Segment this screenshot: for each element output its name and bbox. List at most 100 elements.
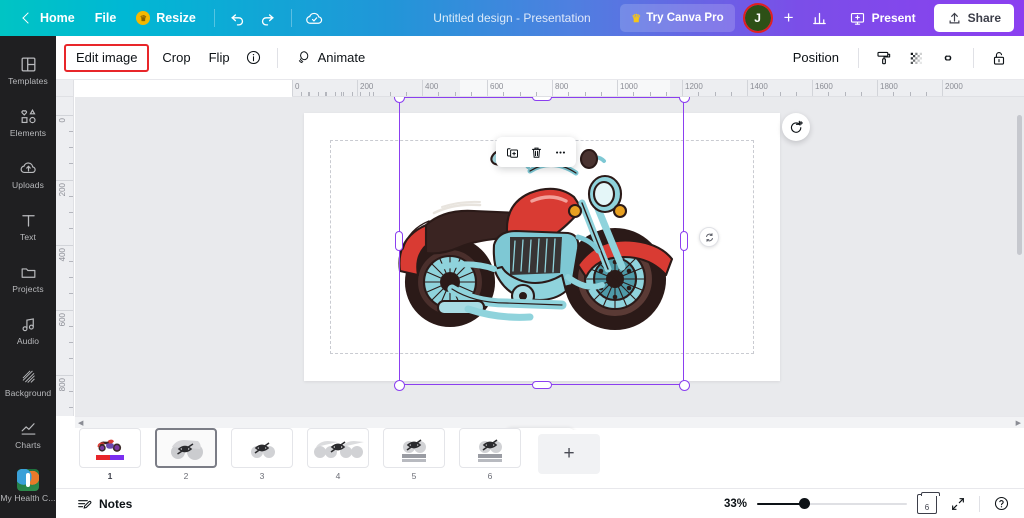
rotate-handle[interactable] bbox=[699, 227, 719, 247]
chevron-left-icon bbox=[22, 12, 33, 23]
sidebar-item-audio[interactable]: Audio bbox=[0, 304, 56, 356]
magic-animate-button[interactable] bbox=[782, 113, 810, 141]
resize-handle-bottom-right[interactable] bbox=[679, 380, 690, 391]
templates-icon bbox=[19, 55, 38, 74]
page-count-button[interactable]: 6 bbox=[917, 494, 937, 514]
fullscreen-button[interactable] bbox=[947, 493, 969, 515]
motorcycle-image[interactable] bbox=[382, 149, 692, 339]
thumbnail-image-3[interactable] bbox=[231, 428, 293, 468]
user-avatar[interactable]: J bbox=[743, 3, 773, 33]
home-button[interactable]: Home bbox=[14, 5, 85, 31]
resize-handle-top-left[interactable] bbox=[394, 97, 405, 103]
copy-style-button[interactable] bbox=[869, 43, 899, 73]
edit-image-label: Edit image bbox=[76, 50, 137, 65]
try-canva-pro-button[interactable]: ♛ Try Canva Pro bbox=[620, 4, 734, 32]
sidebar-item-label: Charts bbox=[15, 441, 41, 450]
crop-button[interactable]: Crop bbox=[153, 43, 199, 73]
sidebar-item-projects[interactable]: Projects bbox=[0, 252, 56, 304]
thumbnail-image-6[interactable] bbox=[459, 428, 521, 468]
page-thumbnail-3[interactable]: 3 bbox=[224, 428, 300, 481]
thumbnail-image-4[interactable] bbox=[307, 428, 369, 468]
page-thumbnail-5[interactable]: 5 bbox=[376, 428, 452, 481]
position-label: Position bbox=[793, 50, 839, 65]
page-number-label: 5 bbox=[412, 471, 417, 481]
zoom-slider-knob[interactable] bbox=[799, 498, 810, 509]
edit-image-button[interactable]: Edit image bbox=[64, 44, 149, 72]
canvas-vertical-scrollbar[interactable] bbox=[1017, 115, 1022, 255]
thumbnail-image-5[interactable] bbox=[383, 428, 445, 468]
thumbnail-image-1[interactable] bbox=[79, 428, 141, 468]
sidebar-item-label: Templates bbox=[8, 77, 48, 86]
page-number-label: 1 bbox=[108, 471, 113, 481]
page-number-label: 3 bbox=[260, 471, 265, 481]
sidebar-item-text[interactable]: Text bbox=[0, 200, 56, 252]
try-pro-label: Try Canva Pro bbox=[646, 12, 723, 24]
add-page-button[interactable]: + bbox=[538, 434, 600, 474]
sidebar-item-background[interactable]: Background bbox=[0, 356, 56, 408]
file-label: File bbox=[95, 11, 117, 25]
page-thumbnail-1[interactable]: 1 bbox=[72, 428, 148, 481]
sidebar-item-templates[interactable]: Templates bbox=[0, 44, 56, 96]
insights-button[interactable] bbox=[805, 5, 835, 31]
duplicate-icon bbox=[505, 145, 520, 160]
canvas-viewport[interactable] bbox=[75, 97, 1024, 416]
page-thumbnail-4[interactable]: 4 bbox=[300, 428, 376, 481]
horizontal-ruler[interactable]: 0 200 400 600 800 1000 1200 1400 1600 18… bbox=[292, 80, 1024, 97]
resize-handle-bottom[interactable] bbox=[532, 381, 552, 389]
file-menu-button[interactable]: File bbox=[85, 5, 127, 31]
notes-button[interactable]: Notes bbox=[68, 492, 140, 516]
toolbar-divider-right bbox=[858, 48, 859, 68]
animate-button[interactable]: Animate bbox=[286, 43, 375, 73]
zoom-slider[interactable] bbox=[757, 496, 907, 512]
undo-button[interactable] bbox=[223, 5, 253, 31]
thumb-art-1 bbox=[82, 431, 138, 465]
add-collaborator-button[interactable]: + bbox=[777, 6, 801, 30]
redo-icon bbox=[259, 10, 276, 27]
delete-button[interactable] bbox=[525, 141, 547, 163]
sidebar-item-my-health-c[interactable]: My Health C... bbox=[0, 460, 56, 512]
animate-label: Animate bbox=[318, 50, 366, 65]
page-thumbnail-6[interactable]: 6 bbox=[452, 428, 528, 481]
resize-handle-right[interactable] bbox=[680, 231, 688, 251]
top-bar-right-group: ♛ Try Canva Pro J + Present bbox=[620, 0, 1024, 36]
background-icon bbox=[19, 367, 38, 386]
resize-handle-top[interactable] bbox=[532, 97, 552, 101]
redo-button[interactable] bbox=[253, 5, 283, 31]
sidebar-item-elements[interactable]: Elements bbox=[0, 96, 56, 148]
duplicate-button[interactable] bbox=[501, 141, 523, 163]
sidebar-item-charts[interactable]: Charts bbox=[0, 408, 56, 460]
editor-area: 0 200 400 600 800 1000 1200 1400 1600 18… bbox=[56, 80, 1024, 518]
flip-label: Flip bbox=[209, 50, 230, 65]
scroll-left-arrow[interactable]: ◀ bbox=[78, 419, 83, 427]
cloud-saved-button[interactable] bbox=[300, 5, 330, 31]
trash-icon bbox=[529, 145, 544, 160]
canvas-horizontal-scrollbar[interactable]: ◀ ▶ bbox=[75, 416, 1024, 428]
thumb-art-6 bbox=[462, 431, 518, 465]
resize-handle-top-right[interactable] bbox=[679, 97, 690, 103]
present-button[interactable]: Present bbox=[839, 4, 926, 32]
help-button[interactable] bbox=[990, 493, 1012, 515]
sidebar-item-uploads[interactable]: Uploads bbox=[0, 148, 56, 200]
lock-button[interactable] bbox=[984, 43, 1014, 73]
vertical-ruler[interactable]: 0 200 400 600 800 bbox=[56, 97, 74, 416]
resize-handle-left[interactable] bbox=[395, 231, 403, 251]
toolbar-divider-lock bbox=[973, 48, 974, 68]
link-button[interactable] bbox=[933, 43, 963, 73]
toolbar-divider bbox=[277, 48, 278, 68]
sidebar-item-label: Projects bbox=[12, 285, 44, 294]
transparency-button[interactable] bbox=[901, 43, 931, 73]
resize-button[interactable]: ♛ Resize bbox=[126, 5, 206, 31]
flip-button[interactable]: Flip bbox=[200, 43, 239, 73]
thumbnail-image-2[interactable] bbox=[155, 428, 217, 468]
more-options-button[interactable] bbox=[549, 141, 571, 163]
position-button[interactable]: Position bbox=[784, 43, 848, 73]
page-number-label: 6 bbox=[488, 471, 493, 481]
thumb-art-5 bbox=[386, 431, 442, 465]
charts-line-icon bbox=[19, 419, 38, 438]
info-button[interactable] bbox=[239, 43, 269, 73]
share-button[interactable]: Share bbox=[934, 4, 1014, 32]
scroll-right-arrow[interactable]: ▶ bbox=[1016, 419, 1021, 427]
page-thumbnail-2[interactable]: 2 bbox=[148, 428, 224, 481]
resize-handle-bottom-left[interactable] bbox=[394, 380, 405, 391]
magic-animate-icon bbox=[788, 119, 804, 135]
